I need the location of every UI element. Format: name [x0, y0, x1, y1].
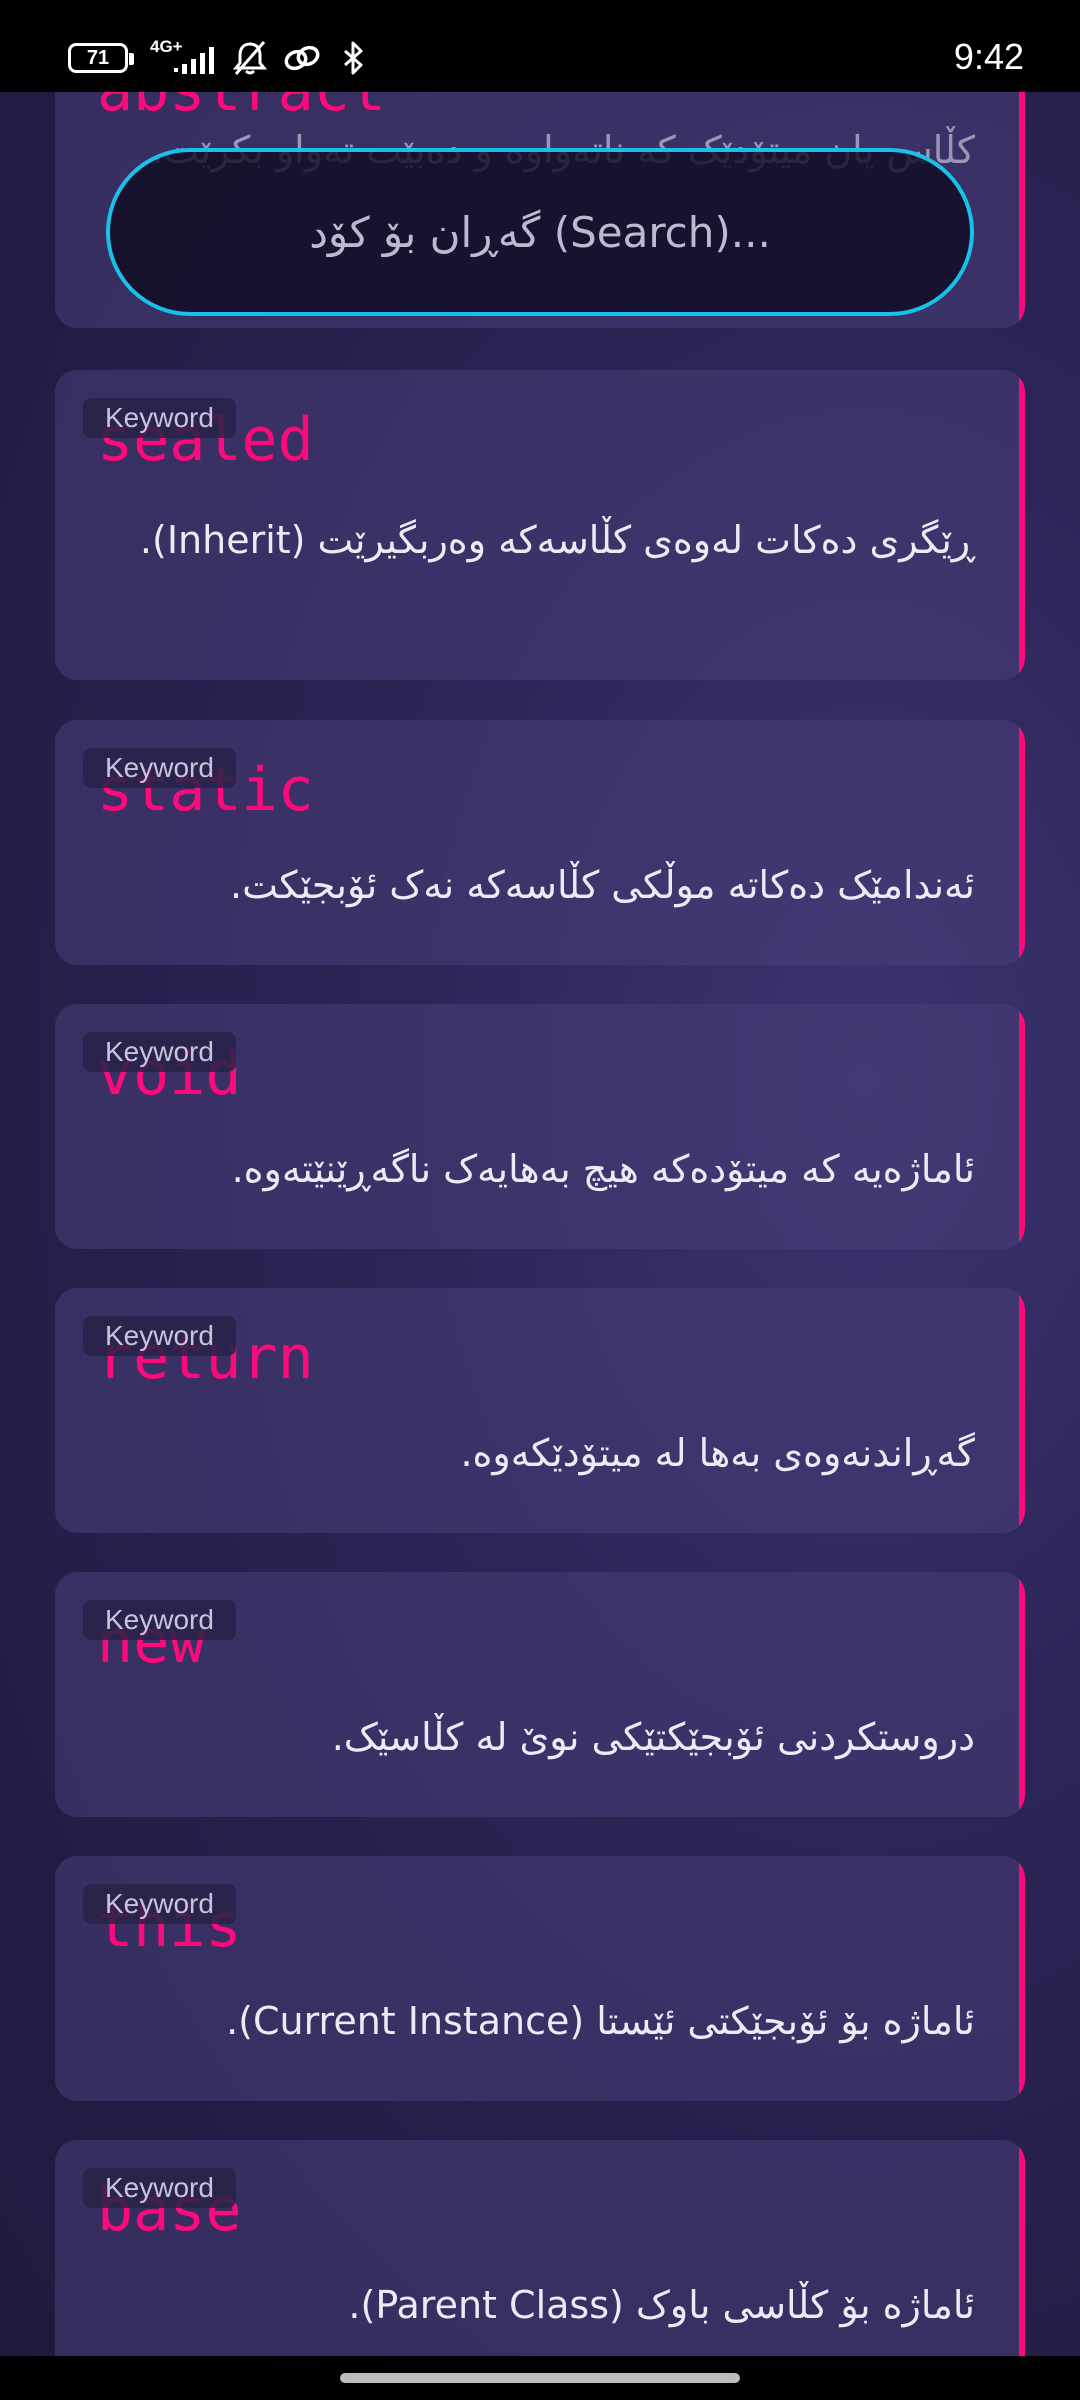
keyword-card[interactable]: Keyword void ئاماژەیە کە میتۆدەکە هیچ بە…	[55, 1004, 1025, 1249]
keyword-badge: Keyword	[83, 748, 236, 788]
keyword-description: گەڕاندنەوەی بەها لە میتۆدێکەوە.	[460, 1431, 975, 1475]
battery-icon: 71	[68, 43, 134, 73]
keyword-description: ئەندامێک دەکاتە موڵکی کڵاسەکە نەک ئۆبجێک…	[230, 863, 975, 907]
app-screen: abstract کڵاس یان میتۆدێک کە ناتەواوە و …	[0, 0, 1080, 2400]
link-icon	[284, 45, 320, 71]
bell-off-icon	[232, 41, 268, 75]
keyword-description: دروستکردنی ئۆبجێکتێکی نوێ لە کڵاسێک.	[331, 1715, 975, 1759]
bluetooth-icon	[344, 41, 363, 75]
signal-icon	[174, 47, 214, 74]
keyword-badge: Keyword	[83, 1884, 236, 1924]
keyword-badge: Keyword	[83, 1600, 236, 1640]
status-bar: 71 4G+ 9:42	[0, 0, 1080, 92]
search-input[interactable]	[158, 206, 922, 258]
keyword-description: ئاماژەیە کە میتۆدەکە هیچ بەهایەک ناگەڕێن…	[231, 1147, 975, 1191]
home-indicator[interactable]	[340, 2373, 740, 2383]
keyword-badge: Keyword	[83, 398, 236, 438]
keyword-description: ڕێگری دەکات لەوەی کڵاسەکە وەربگیرێت (Inh…	[139, 518, 975, 562]
keyword-badge: Keyword	[83, 1032, 236, 1072]
keyword-badge: Keyword	[83, 1316, 236, 1356]
keyword-description: ئاماژە بۆ کڵاسی باوک (Parent Class).	[348, 2283, 975, 2327]
keyword-card[interactable]: Keyword static ئەندامێک دەکاتە موڵکی کڵا…	[55, 720, 1025, 965]
keyword-badge: Keyword	[83, 2168, 236, 2208]
keyword-card[interactable]: Keyword new دروستکردنی ئۆبجێکتێکی نوێ لە…	[55, 1572, 1025, 1817]
keyword-description: ئاماژە بۆ ئۆبجێکتی ئێستا (Current Instan…	[226, 1999, 975, 2043]
keyword-card[interactable]: Keyword sealed ڕێگری دەکات لەوەی کڵاسەکە…	[55, 370, 1025, 680]
search-bar[interactable]	[106, 148, 974, 316]
keyword-card[interactable]: Keyword this ئاماژە بۆ ئۆبجێکتی ئێستا (C…	[55, 1856, 1025, 2101]
keyword-card[interactable]: Keyword return گەڕاندنەوەی بەها لە میتۆد…	[55, 1288, 1025, 1533]
keyword-list[interactable]: abstract کڵاس یان میتۆدێک کە ناتەواوە و …	[0, 0, 1080, 2400]
clock: 9:42	[953, 36, 1024, 77]
